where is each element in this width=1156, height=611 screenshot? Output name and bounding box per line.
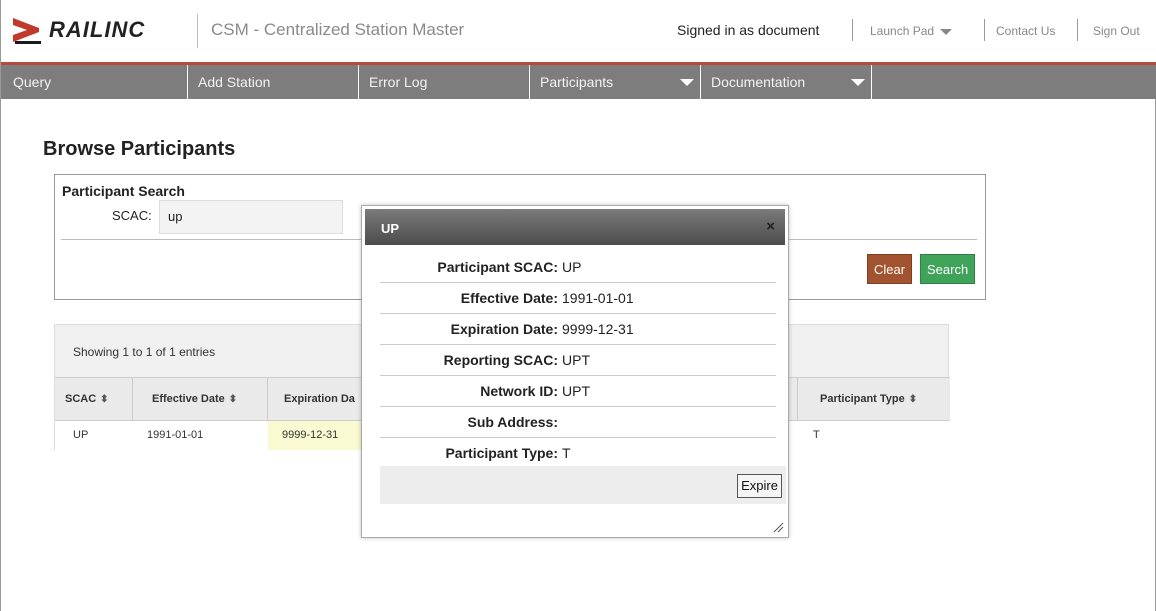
launch-pad-menu[interactable]: Launch Pad [870, 24, 953, 38]
field-reporting-scac: Reporting SCAC: UPT [380, 345, 776, 376]
field-sub-address: Sub Address: [380, 407, 776, 438]
app-frame: RAILINC CSM - Centralized Station Master… [0, 0, 1156, 611]
page-title: Browse Participants [43, 138, 236, 160]
scac-label: SCAC: [112, 208, 152, 223]
participant-dialog: UP × Participant SCAC: UP Effective Date… [361, 205, 789, 538]
nav-participants-label: Participants [540, 74, 614, 90]
main-nav: Query Add Station Error Log Participants… [1, 65, 1156, 99]
field-value: 9999-12-31 [562, 321, 634, 337]
cell-expiration-date: 9999-12-31 [268, 421, 368, 450]
search-button[interactable]: Search [920, 254, 976, 284]
clear-button[interactable]: Clear [867, 254, 913, 284]
close-icon[interactable]: × [766, 219, 775, 234]
resize-grip-icon[interactable] [772, 521, 784, 533]
field-label: Reporting SCAC: [443, 352, 558, 368]
contact-us-link[interactable]: Contact Us [996, 24, 1055, 38]
entries-info: Showing 1 to 1 of 1 entries [73, 345, 216, 359]
field-value: T [562, 445, 571, 461]
expire-button[interactable]: Expire [737, 474, 782, 498]
field-participant-type: Participant Type: T [380, 438, 776, 469]
field-label: Effective Date: [460, 290, 558, 306]
column-label: Participant Type [820, 393, 905, 405]
field-expiration-date: Expiration Date: 9999-12-31 [380, 314, 776, 345]
field-value: UPT [562, 383, 590, 399]
logo-text: RAILINC [49, 17, 146, 42]
scac-input[interactable]: up [159, 200, 343, 234]
field-label: Network ID: [480, 383, 558, 399]
chevron-down-icon [851, 79, 865, 86]
signed-in-text: Signed in as document [677, 22, 820, 38]
railinc-logo[interactable]: RAILINC [13, 16, 145, 44]
field-effective-date: Effective Date: 1991-01-01 [380, 283, 776, 314]
field-label: Participant Type: [445, 445, 558, 461]
dialog-titlebar[interactable]: UP × [365, 209, 785, 245]
nav-participants[interactable]: Participants [530, 65, 701, 99]
divider [852, 19, 853, 41]
field-network-id: Network ID: UPT [380, 376, 776, 407]
column-header-scac[interactable]: SCAC ⬍ [55, 378, 133, 420]
sort-icon: ⬍ [908, 394, 918, 405]
cell-participant-type: T [813, 429, 820, 441]
launch-pad-label: Launch Pad [870, 24, 935, 38]
field-value: 1991-01-01 [562, 290, 634, 306]
field-value: UPT [562, 352, 590, 368]
nav-error-log[interactable]: Error Log [359, 65, 530, 99]
field-label: Sub Address: [467, 414, 559, 430]
divider [197, 14, 198, 48]
sort-icon: ⬍ [228, 394, 238, 405]
column-header-effective-date[interactable]: Effective Date ⬍ [133, 378, 268, 420]
sign-out-link[interactable]: Sign Out [1093, 24, 1140, 38]
divider [1077, 19, 1078, 41]
sort-icon: ⬍ [100, 394, 109, 405]
nav-add-station[interactable]: Add Station [188, 65, 359, 99]
field-value: UP [562, 259, 582, 275]
cell-effective-date: 1991-01-01 [147, 429, 204, 441]
column-label: SCAC [65, 393, 97, 405]
column-label: Effective Date [152, 393, 225, 405]
app-title: CSM - Centralized Station Master [211, 20, 465, 39]
header: RAILINC CSM - Centralized Station Master… [1, 0, 1156, 62]
column-label: Expiration Da [284, 393, 355, 405]
field-label: Participant SCAC: [437, 259, 558, 275]
chevron-down-icon [940, 28, 953, 35]
nav-documentation-label: Documentation [711, 74, 806, 90]
dialog-footer: Expire [380, 466, 786, 504]
column-header-expiration-date[interactable]: Expiration Da [268, 378, 368, 420]
search-legend: Participant Search [62, 183, 185, 199]
railinc-logo-icon [13, 18, 41, 44]
nav-documentation[interactable]: Documentation [701, 65, 872, 99]
nav-query[interactable]: Query [1, 65, 188, 99]
cell-scac: UP [73, 429, 89, 441]
field-participant-scac: Participant SCAC: UP [380, 252, 776, 283]
chevron-down-icon [680, 79, 694, 86]
divider [984, 19, 985, 41]
dialog-title: UP [381, 221, 400, 236]
column-header-participant-type[interactable]: Participant Type ⬍ [797, 378, 950, 420]
field-label: Expiration Date: [450, 321, 558, 337]
